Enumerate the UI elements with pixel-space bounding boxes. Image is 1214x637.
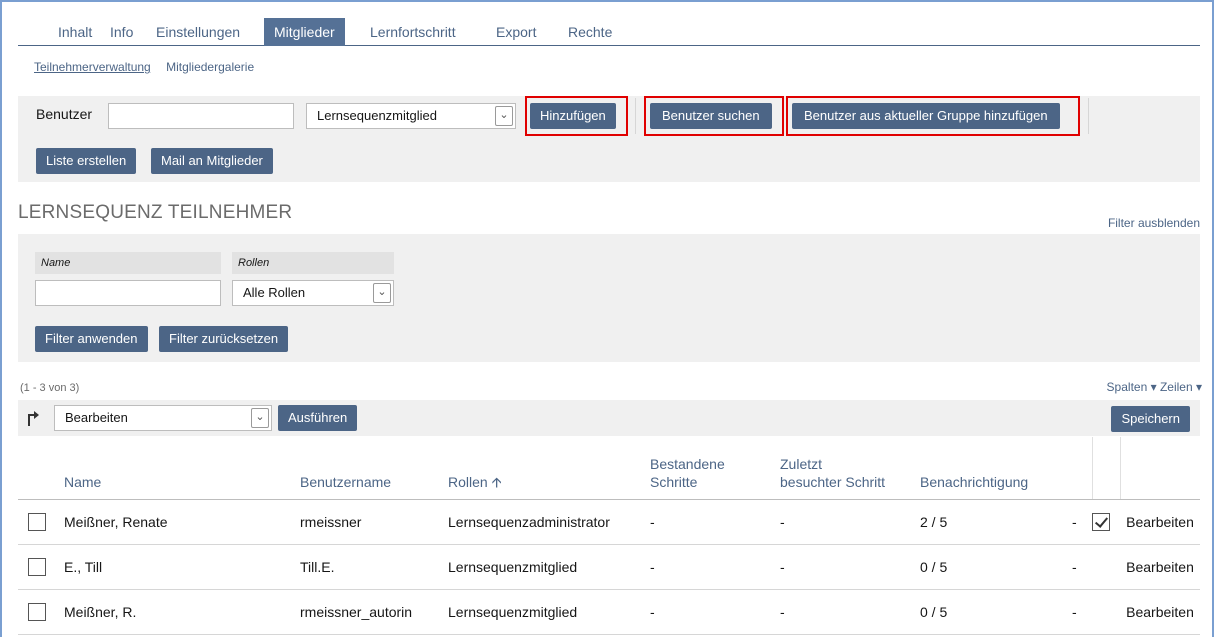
row-checkbox[interactable] <box>28 602 46 621</box>
tab-info[interactable]: Info <box>100 18 143 46</box>
row-notify: - <box>1072 589 1092 635</box>
row-notify: - <box>1072 544 1092 590</box>
tab-mitglieder[interactable]: Mitglieder <box>264 18 345 46</box>
header-blank <box>1072 437 1092 500</box>
row-role: Lernsequenzadministrator <box>448 499 650 545</box>
header-roles[interactable]: Rollen 🡩 <box>448 437 650 500</box>
hide-filter-link[interactable]: Filter ausblenden <box>1108 216 1200 230</box>
row-role: Lernsequenzmitglied <box>448 589 650 635</box>
table-header-row: Name Benutzername Rollen 🡩 Bestandene Sch… <box>18 437 1200 500</box>
header-passed-line1: Bestandene <box>650 455 725 472</box>
row-passed: - <box>650 589 780 635</box>
table-row: Meißner, Renate rmeissner Lernsequenzadm… <box>18 499 1200 545</box>
bulk-action-select[interactable]: Bearbeiten ⌄ <box>54 405 272 431</box>
header-notification[interactable]: Benachrichtigung <box>920 437 1072 500</box>
create-list-button[interactable]: Liste erstellen <box>36 148 137 174</box>
role-select-value: Lernsequenzmitglied <box>317 108 437 123</box>
row-name: Meißner, Renate <box>64 499 300 545</box>
section-title: LERNSEQUENZ TEILNEHMER <box>18 202 293 223</box>
row-last-step: - <box>780 589 920 635</box>
filter-roles-select[interactable]: Alle Rollen ⌄ <box>232 280 394 306</box>
row-passed: - <box>650 499 780 545</box>
row-progress: 0 / 5 <box>920 544 1072 590</box>
main-tabs: Inhalt Info Einstellungen Mitglieder Ler… <box>18 18 1200 46</box>
reset-filter-button[interactable]: Filter zurücksetzen <box>159 326 289 352</box>
result-count: (1 - 3 von 3) <box>20 382 80 394</box>
row-name: Meißner, R. <box>64 589 300 635</box>
table-options: Spalten ▾ Zeilen ▾ <box>1107 380 1202 394</box>
user-input[interactable] <box>108 103 294 129</box>
multi-action-arrow-icon <box>28 411 39 426</box>
row-last-step: - <box>780 544 920 590</box>
add-from-group-button[interactable]: Benutzer aus aktueller Gruppe hinzufügen <box>792 103 1060 129</box>
row-progress: 0 / 5 <box>920 589 1072 635</box>
tab-inhalt[interactable]: Inhalt <box>48 18 102 46</box>
subtab-mitgliedergalerie[interactable]: Mitgliedergalerie <box>166 60 254 74</box>
user-label: Benutzer <box>36 106 93 122</box>
role-select[interactable]: Lernsequenzmitglied ⌄ <box>306 103 516 129</box>
tab-export[interactable]: Export <box>486 18 546 46</box>
header-blank <box>1091 437 1120 500</box>
save-button[interactable]: Speichern <box>1111 406 1190 432</box>
row-progress: 2 / 5 <box>920 499 1072 545</box>
execute-button[interactable]: Ausführen <box>278 405 358 431</box>
subtabs: Teilnehmerverwaltung Mitgliedergalerie <box>34 60 266 74</box>
header-passed-line2: Schritte <box>650 473 698 490</box>
table-row: Meißner, R. rmeissner_autorin Lernsequen… <box>18 589 1200 635</box>
header-last-line1: Zuletzt <box>780 455 823 472</box>
row-username: rmeissner_autorin <box>300 589 448 635</box>
row-username: rmeissner <box>300 499 448 545</box>
tab-rechte[interactable]: Rechte <box>558 18 622 46</box>
row-notify: - <box>1072 499 1092 545</box>
chevron-down-icon: ⌄ <box>251 408 269 428</box>
chevron-down-icon: ⌄ <box>495 106 513 126</box>
filter-name-label: Name <box>35 252 221 274</box>
filter-roles-label: Rollen <box>232 252 394 274</box>
header-blank <box>1119 437 1200 500</box>
rows-dropdown[interactable]: Zeilen ▾ <box>1160 380 1202 394</box>
header-select <box>18 437 64 500</box>
subtab-teilnehmerverwaltung[interactable]: Teilnehmerverwaltung <box>34 60 151 74</box>
header-roles-label: Rollen <box>448 473 488 490</box>
header-passed-steps[interactable]: Bestandene Schritte <box>650 437 780 500</box>
chevron-down-icon: ⌄ <box>373 283 391 303</box>
row-last-step: - <box>780 499 920 545</box>
row-username: Till.E. <box>300 544 448 590</box>
mail-members-button[interactable]: Mail an Mitglieder <box>151 148 273 174</box>
sort-up-icon: 🡩 <box>491 473 502 490</box>
search-user-button[interactable]: Benutzer suchen <box>650 103 772 129</box>
toolbar-separator <box>635 98 636 134</box>
header-last-line2: besuchter Schritt <box>780 473 886 490</box>
bulk-action-bar: Bearbeiten ⌄ Ausführen Speichern <box>18 400 1200 436</box>
row-checkbox[interactable] <box>28 557 46 576</box>
columns-dropdown[interactable]: Spalten ▾ <box>1107 380 1157 394</box>
filter-panel: Name Rollen Alle Rollen ⌄ Filter anwende… <box>18 234 1200 362</box>
filter-roles-value: Alle Rollen <box>243 285 306 300</box>
bulk-action-value: Bearbeiten <box>65 410 128 425</box>
header-last-step[interactable]: Zuletzt besuchter Schritt <box>780 437 920 500</box>
tab-lernfortschritt[interactable]: Lernfortschritt <box>360 18 466 46</box>
member-toolbar: Benutzer Lernsequenzmitglied ⌄ Hinzufüge… <box>18 96 1200 182</box>
members-table: Name Benutzername Rollen 🡩 Bestandene Sch… <box>18 437 1200 635</box>
toolbar-separator <box>1088 98 1089 134</box>
add-button[interactable]: Hinzufügen <box>530 103 616 129</box>
table-row: E., Till Till.E. Lernsequenzmitglied - -… <box>18 544 1200 590</box>
row-edit-link[interactable]: Bearbeiten <box>1120 544 1200 590</box>
apply-filter-button[interactable]: Filter anwenden <box>35 326 148 352</box>
filter-name-input[interactable] <box>35 280 221 306</box>
header-name[interactable]: Name <box>64 437 300 500</box>
row-passed: - <box>650 544 780 590</box>
header-username[interactable]: Benutzername <box>300 437 448 500</box>
row-checkbox[interactable] <box>28 512 46 531</box>
notification-checkbox[interactable] <box>1092 512 1110 531</box>
row-role: Lernsequenzmitglied <box>448 544 650 590</box>
row-edit-link[interactable]: Bearbeiten <box>1120 499 1200 545</box>
row-name: E., Till <box>64 544 300 590</box>
tab-einstellungen[interactable]: Einstellungen <box>146 18 250 46</box>
row-edit-link[interactable]: Bearbeiten <box>1120 589 1200 635</box>
